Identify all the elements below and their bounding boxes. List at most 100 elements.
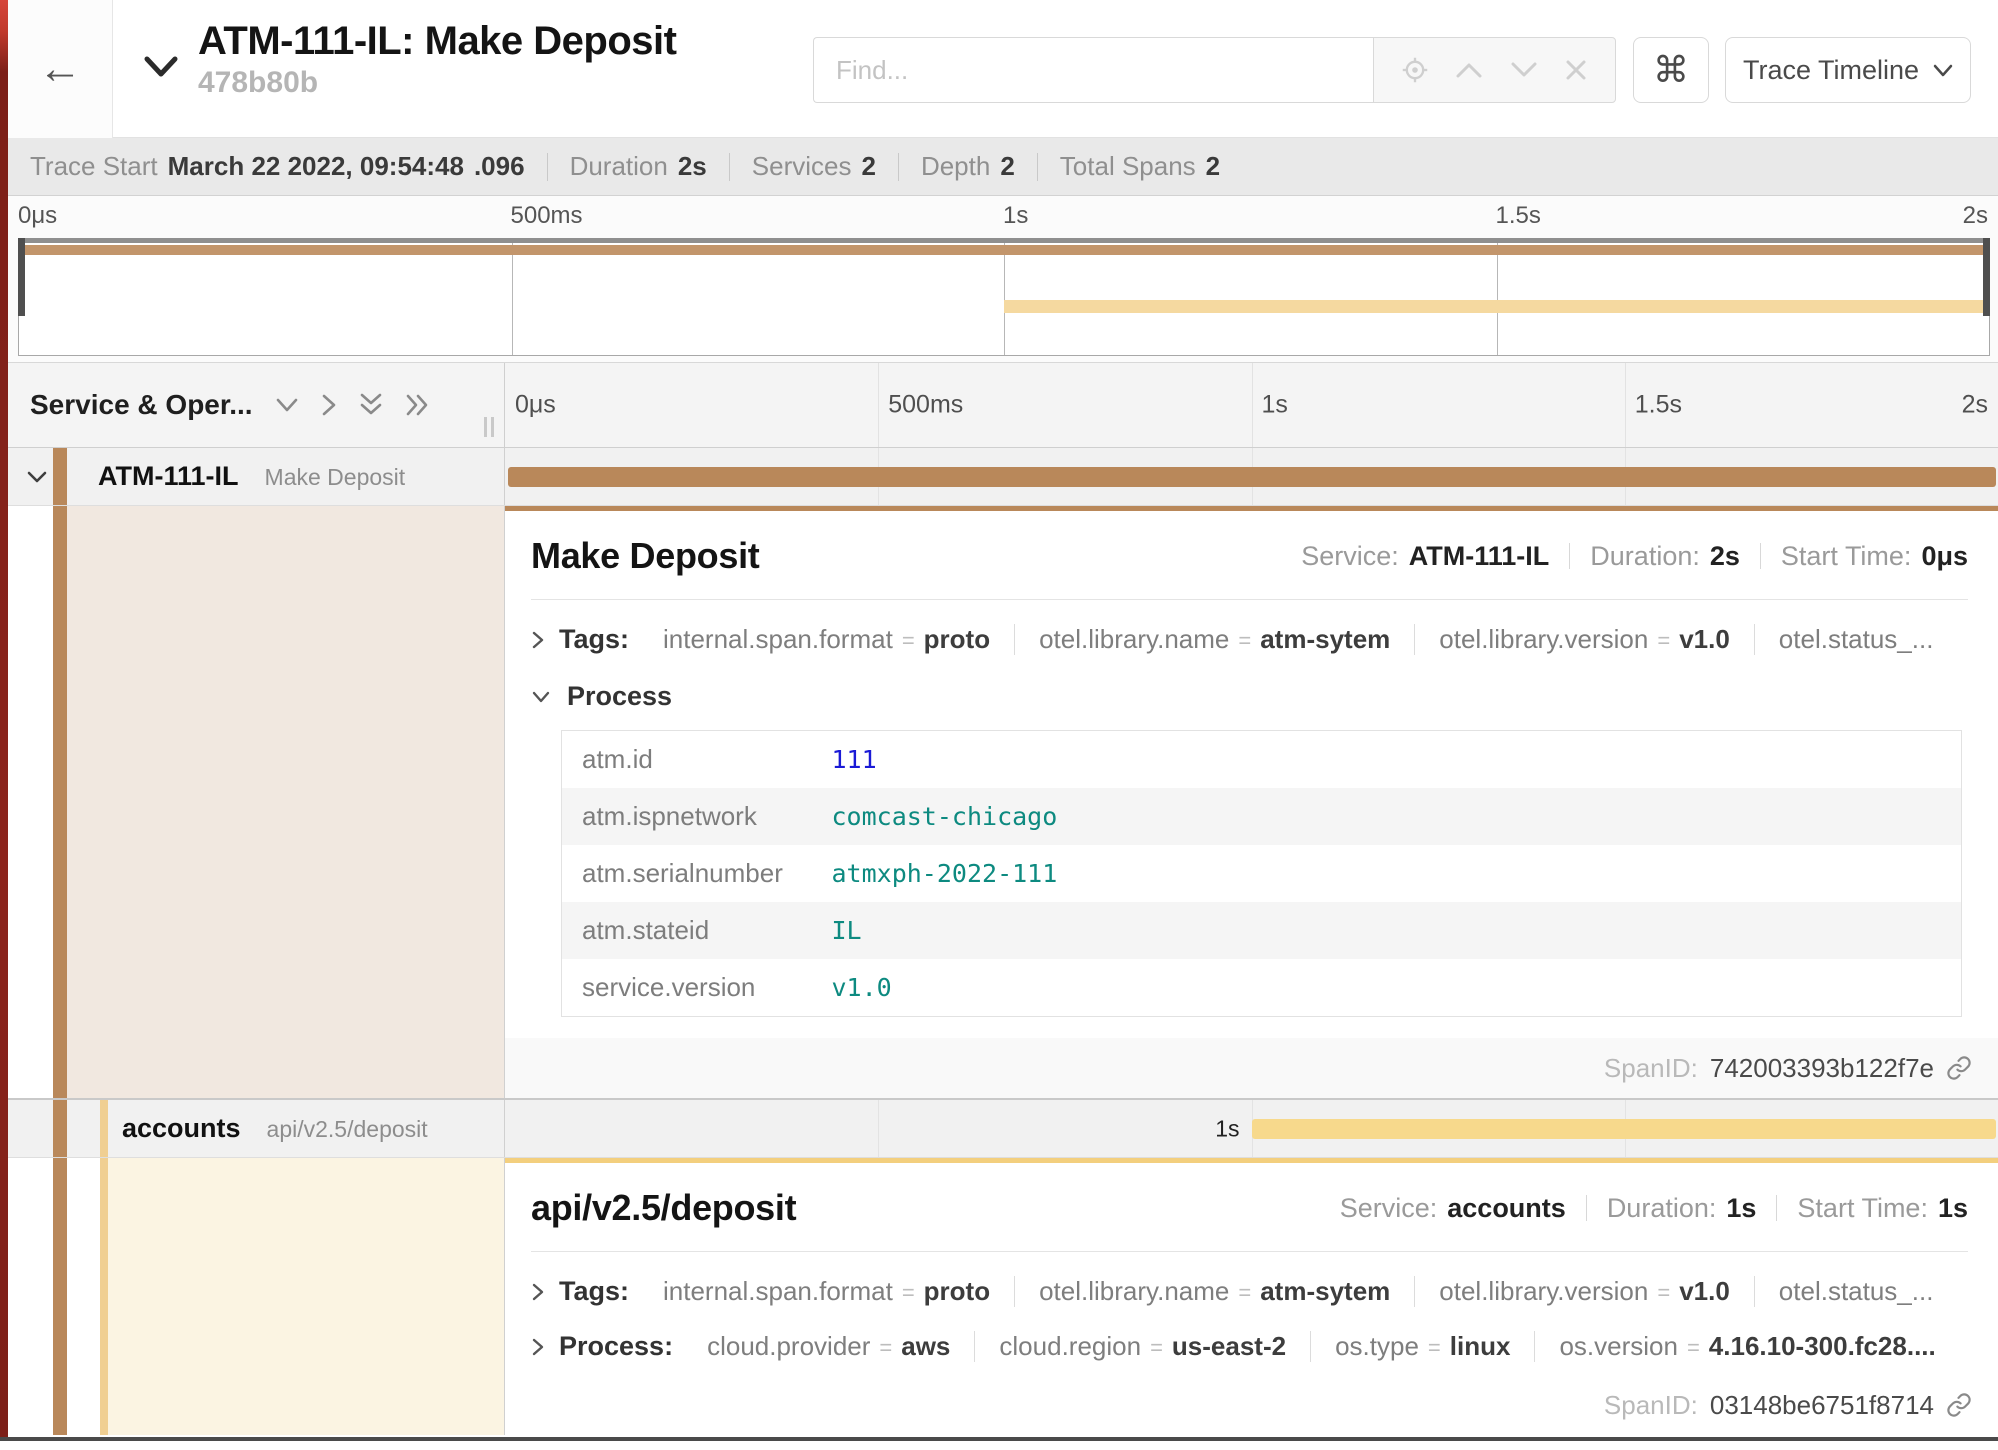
service-color-bar: [100, 1158, 108, 1435]
kv-key: atm.serialnumber: [562, 845, 812, 902]
tag-item: otel.library.nameatm-sytem: [1014, 624, 1414, 655]
span-start-label: 1s: [1215, 1115, 1239, 1142]
kv-value: atmxph-2022-111: [812, 845, 1962, 902]
divider-line: [531, 1251, 1968, 1252]
find-prev-chevron-up-icon[interactable]: [1455, 61, 1483, 79]
clear-find-close-icon[interactable]: [1564, 58, 1588, 82]
chevron-right-icon[interactable]: [531, 630, 545, 650]
back-button[interactable]: ←: [8, 0, 113, 138]
find-group: [813, 37, 1616, 103]
span-row-atm-name-cell[interactable]: ATM-111-IL Make Deposit: [8, 448, 505, 505]
equals-sign: [893, 1276, 924, 1307]
detail-header: api/v2.5/deposit Service: accounts Durat…: [531, 1187, 1968, 1229]
process-row[interactable]: Process: cloud.provideraws cloud.regionu…: [531, 1331, 1968, 1362]
locate-target-icon[interactable]: [1401, 56, 1429, 84]
tag-key: otel.library.name: [1039, 1276, 1229, 1307]
tag-key: internal.span.format: [663, 624, 893, 655]
start-time-label: Start Time:: [1797, 1193, 1928, 1224]
trace-meta-bar: Trace Start March 22 2022, 09:54:48.096 …: [8, 138, 1998, 196]
start-time-value: 1s: [1938, 1193, 1968, 1224]
column-resize-handle[interactable]: [484, 417, 494, 437]
trace-start-ms: .096: [474, 151, 525, 182]
chevron-right-icon[interactable]: [531, 1337, 545, 1357]
kv-value: IL: [812, 902, 1962, 959]
tag-value: aws: [901, 1331, 950, 1362]
detail-meta: Service: accounts Duration: 1s Start Tim…: [1340, 1193, 1968, 1224]
minimap-span-bar-accounts: [1004, 300, 1989, 313]
equals-sign: [1229, 1276, 1260, 1307]
collapse-all-double-chevron-down-icon[interactable]: [359, 392, 383, 418]
find-next-chevron-down-icon[interactable]: [1510, 61, 1538, 79]
timeline-gridline: [1625, 363, 1626, 447]
trace-start-value: March 22 2022, 09:54:48: [168, 151, 464, 182]
depth-value: 2: [1000, 151, 1014, 182]
span-rows: ATM-111-IL Make Deposit Make Deposit: [8, 448, 1998, 1437]
minimap-canvas[interactable]: [18, 238, 1990, 356]
span-detail-accounts-left-gutter: [8, 1158, 505, 1435]
span-table-header: Service & Oper... 0μs 500ms 1s 1.5s 2s: [8, 362, 1998, 448]
kv-value: 111: [812, 731, 1962, 789]
tags-row[interactable]: Tags: internal.span.formatproto otel.lib…: [531, 1276, 1968, 1307]
trace-view-selector[interactable]: Trace Timeline: [1725, 37, 1971, 103]
span-detail-atm-left-gutter: [8, 506, 505, 1098]
service-color-bar: [53, 506, 67, 1098]
timeline-axis-header: 0μs 500ms 1s 1.5s 2s: [505, 363, 1998, 447]
table-row: atm.serialnumber atmxph-2022-111: [562, 845, 1962, 902]
divider: [1037, 153, 1038, 181]
span-row-atm-timeline-cell[interactable]: [505, 448, 1998, 505]
expand-all-double-chevron-right-icon[interactable]: [405, 393, 431, 417]
span-detail-accounts: api/v2.5/deposit Service: accounts Durat…: [8, 1158, 1998, 1435]
table-row: atm.stateid IL: [562, 902, 1962, 959]
span-id-value: 742003393b122f7e: [1710, 1053, 1934, 1084]
axis-tick-label: 0μs: [515, 391, 556, 420]
minimap-gridline: [1004, 243, 1005, 355]
equals-sign: [1648, 624, 1679, 655]
keyboard-shortcuts-button[interactable]: ⌘: [1633, 37, 1709, 103]
kv-key: atm.ispnetwork: [562, 788, 812, 845]
find-input[interactable]: [813, 37, 1373, 103]
minimap-tick-labels: 0μs 500ms 1s 1.5s 2s: [18, 202, 1988, 234]
span-duration-bar-atm[interactable]: [508, 467, 1996, 487]
window-edge-strip: [0, 0, 8, 1441]
copy-link-icon[interactable]: [1946, 1055, 1972, 1081]
expand-one-chevron-right-icon[interactable]: [321, 393, 337, 417]
title-block: ATM-111-IL: Make Deposit 478b80b: [198, 18, 676, 100]
span-id-strip: SpanID: 03148be6751f8714: [505, 1375, 1998, 1435]
tick-label: 500ms: [511, 202, 583, 230]
tick-label: 1.5s: [1496, 202, 1541, 230]
collapse-trace-chevron-down-icon[interactable]: [144, 56, 178, 83]
service-name: ATM-111-IL: [98, 461, 239, 492]
minimap-right-scrub-handle[interactable]: [1983, 238, 1990, 316]
span-row-accounts[interactable]: accounts api/v2.5/deposit 1s: [8, 1100, 1998, 1158]
chevron-down-icon: [1933, 64, 1953, 77]
collapse-children-chevron-down-icon[interactable]: [26, 470, 48, 484]
tags-row[interactable]: Tags: internal.span.formatproto otel.lib…: [531, 624, 1968, 655]
chevron-down-icon[interactable]: [531, 690, 551, 704]
tag-item: otel.library.versionv1.0: [1414, 624, 1754, 655]
copy-link-icon[interactable]: [1946, 1392, 1972, 1418]
kv-value: comcast-chicago: [812, 788, 1962, 845]
tag-item-truncated: otel.status_...: [1754, 1276, 1958, 1307]
span-id-value: 03148be6751f8714: [1710, 1390, 1934, 1421]
minimap-left-scrub-handle[interactable]: [18, 238, 25, 316]
tick-label: 1s: [1003, 202, 1028, 230]
process-tag-item: os.version4.16.10-300.fc28....: [1534, 1331, 1959, 1362]
view-selector-label: Trace Timeline: [1743, 55, 1919, 86]
command-icon: ⌘: [1653, 49, 1689, 91]
divider: [1760, 543, 1761, 569]
tag-key: otel.status_...: [1779, 1276, 1934, 1307]
timeline-minimap: 0μs 500ms 1s 1.5s 2s: [8, 196, 1998, 362]
span-row-atm[interactable]: ATM-111-IL Make Deposit: [8, 448, 1998, 506]
duration-label: Duration:: [1607, 1193, 1717, 1224]
tag-value: atm-sytem: [1260, 624, 1390, 655]
chevron-right-icon[interactable]: [531, 1282, 545, 1302]
divider: [898, 153, 899, 181]
process-section-header[interactable]: Process: [531, 681, 1968, 712]
collapse-one-chevron-down-icon[interactable]: [275, 397, 299, 413]
axis-tick-label: 1.5s: [1635, 391, 1682, 420]
span-duration-bar-accounts[interactable]: [1252, 1119, 1997, 1139]
span-row-accounts-name-cell[interactable]: accounts api/v2.5/deposit: [8, 1100, 505, 1157]
span-row-accounts-timeline-cell[interactable]: 1s: [505, 1100, 1998, 1157]
equals-sign: [870, 1331, 901, 1362]
trace-id: 478b80b: [198, 66, 676, 100]
